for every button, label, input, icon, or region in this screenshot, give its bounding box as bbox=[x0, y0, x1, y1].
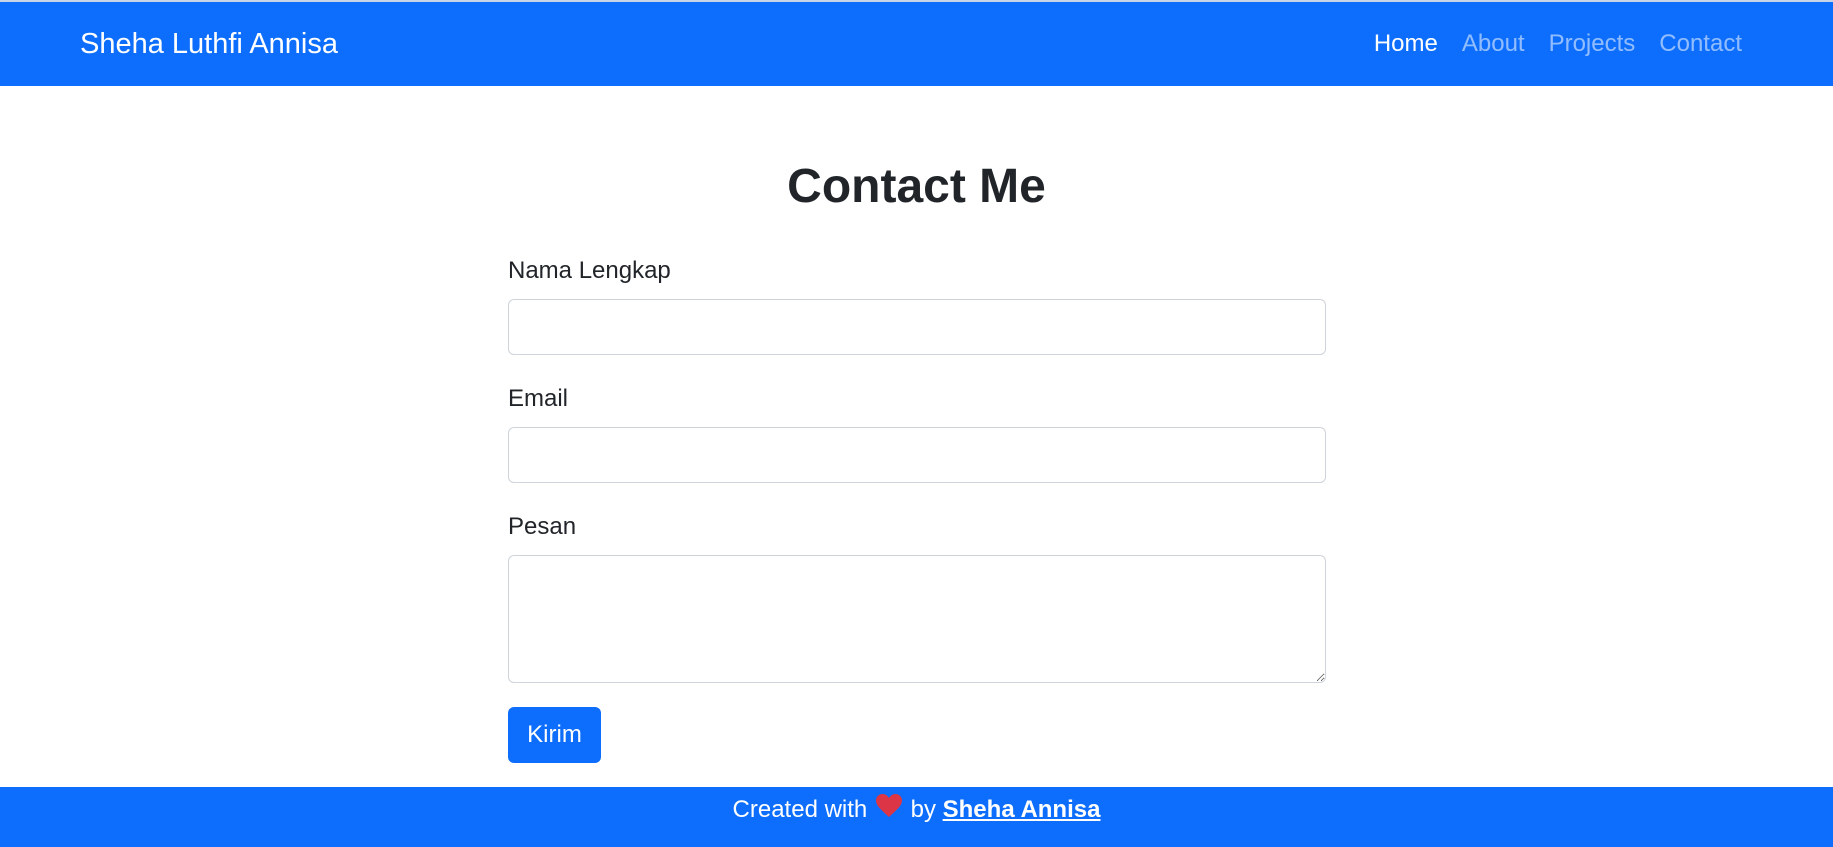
message-label: Pesan bbox=[508, 513, 577, 540]
footer-prefix: Created with bbox=[732, 796, 868, 823]
heart-icon bbox=[875, 793, 902, 828]
name-input[interactable] bbox=[508, 299, 1326, 355]
footer: Created with by Sheha Annisa bbox=[0, 787, 1833, 847]
footer-author-link[interactable]: Sheha Annisa bbox=[943, 796, 1101, 823]
navbar-brand[interactable]: Sheha Luthfi Annisa bbox=[80, 2, 338, 86]
message-textarea[interactable] bbox=[508, 555, 1326, 683]
nav-link-about[interactable]: About bbox=[1462, 30, 1525, 58]
page-title: Contact Me bbox=[787, 160, 1046, 213]
submit-button[interactable]: Kirim bbox=[508, 707, 601, 763]
footer-text: Created with by Sheha Annisa bbox=[0, 793, 1833, 828]
nav-link-home[interactable]: Home bbox=[1374, 30, 1438, 58]
nav-link-projects[interactable]: Projects bbox=[1549, 30, 1636, 58]
name-label: Nama Lengkap bbox=[508, 257, 671, 284]
navbar: Sheha Luthfi Annisa Home About Projects … bbox=[0, 2, 1833, 86]
email-input[interactable] bbox=[508, 427, 1326, 483]
email-label: Email bbox=[508, 385, 569, 412]
footer-by: by bbox=[910, 796, 936, 823]
nav-links: Home About Projects Contact bbox=[1374, 2, 1742, 86]
nav-link-contact[interactable]: Contact bbox=[1659, 30, 1742, 58]
